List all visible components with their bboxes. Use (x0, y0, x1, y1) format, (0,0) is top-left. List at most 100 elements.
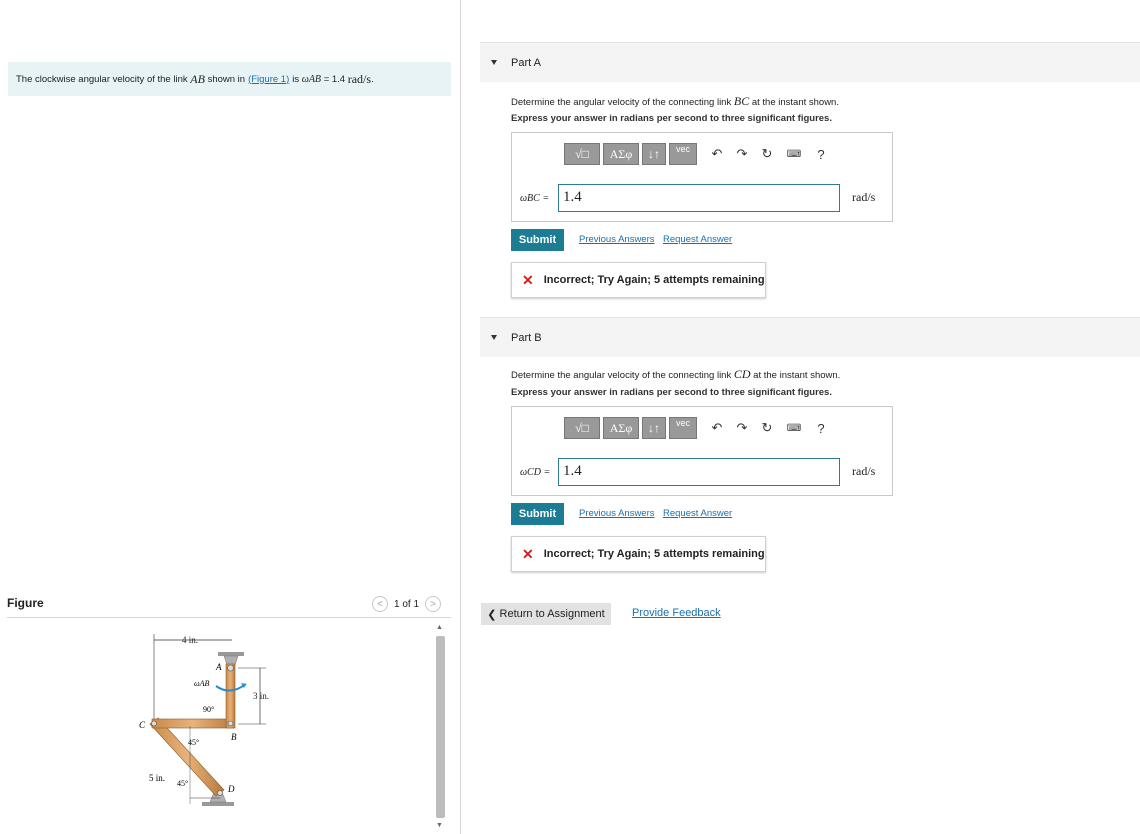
scroll-down-icon[interactable]: ▼ (436, 822, 443, 829)
label-90deg: 90° (203, 705, 214, 714)
math-toolbar: √□ ΑΣφ ↓↑ vec ↶ ↷ ↻ ⌨ ? (564, 143, 832, 165)
keyboard-icon[interactable]: ⌨ (781, 143, 807, 165)
question-text: Determine the angular velocity of the co… (511, 97, 732, 108)
answer-label: ωCD = (520, 467, 551, 478)
statement-text: The clockwise angular velocity of the li… (16, 73, 188, 85)
link-ab-bar (225, 663, 236, 729)
part-a-title: Part A (511, 56, 541, 69)
feedback-text: Incorrect; Try Again; 5 attempts remaini… (543, 548, 765, 560)
column-divider (460, 0, 461, 834)
answer-unit: rad/s (852, 464, 876, 478)
ground-a (218, 652, 244, 656)
feedback-message: ✕ Incorrect; Try Again; 5 attempts remai… (511, 262, 766, 298)
problem-statement: The clockwise angular velocity of the li… (8, 62, 451, 96)
part-a-answer-box: √□ ΑΣφ ↓↑ vec ↶ ↷ ↻ ⌨ ? ωBC = 1.4 rad/s (511, 132, 893, 222)
part-b-title: Part B (511, 331, 542, 344)
figure-page-count: 1 of 1 (394, 598, 420, 610)
dim-4in: 4 in. (182, 635, 198, 645)
omega-unit: rad/s (347, 71, 372, 86)
scroll-thumb[interactable] (436, 636, 445, 818)
redo-icon[interactable]: ↷ (731, 417, 753, 439)
caret-down-icon (491, 60, 497, 65)
help-icon[interactable]: ? (810, 143, 832, 165)
vector-button[interactable]: vec (669, 417, 697, 439)
part-b-header[interactable]: Part B (480, 317, 1140, 357)
part-a-instruction: Express your answer in radians per secon… (511, 113, 832, 124)
dim-5in: 5 in. (149, 773, 165, 783)
next-figure-button[interactable]: > (425, 596, 442, 612)
pin-d (217, 790, 223, 796)
feedback-text: Incorrect; Try Again; 5 attempts remaini… (543, 274, 765, 286)
vector-button[interactable]: vec (669, 143, 697, 165)
answer-label: ωBC = (520, 193, 550, 204)
label-b: B (231, 732, 237, 742)
submit-button[interactable]: Submit (511, 503, 564, 525)
question-text: Determine the angular velocity of the co… (511, 370, 732, 381)
provide-feedback-link[interactable]: Provide Feedback (632, 607, 721, 619)
label-a: A (215, 662, 222, 672)
part-a-header[interactable]: Part A (480, 42, 1140, 82)
statement-text: is (292, 73, 300, 85)
label-d: D (227, 784, 235, 794)
ground-d (202, 802, 234, 806)
omega-ab: ωAB (301, 73, 322, 85)
link-cd-label: CD (733, 367, 751, 381)
undo-icon[interactable]: ↶ (706, 417, 728, 439)
part-b-answer-box: √□ ΑΣφ ↓↑ vec ↶ ↷ ↻ ⌨ ? ωCD = 1.4 rad/s (511, 406, 893, 496)
reset-icon[interactable]: ↻ (756, 143, 778, 165)
pin-c (151, 720, 157, 727)
figure-link[interactable]: (Figure 1) (248, 74, 289, 85)
request-answer-link[interactable]: Request Answer (663, 508, 732, 519)
reset-icon[interactable]: ↻ (756, 417, 778, 439)
figure-scrollbar[interactable]: ▲ ▼ (433, 622, 447, 834)
question-text: at the instant shown. (751, 97, 839, 108)
link-bc-label: BC (733, 94, 750, 108)
arrows-button[interactable]: ↓↑ (642, 143, 666, 165)
caret-down-icon (491, 335, 497, 340)
previous-answers-link[interactable]: Previous Answers (579, 508, 655, 519)
undo-icon[interactable]: ↶ (706, 143, 728, 165)
part-a-question: Determine the angular velocity of the co… (511, 94, 839, 109)
figure-pager: < 1 of 1 > (372, 596, 442, 612)
mechanism-figure: 4 in. 3 in. A B C D ωAB 90° 45° 45° 5 in… (139, 634, 269, 806)
templates-button[interactable]: √□ (564, 417, 600, 439)
x-mark-icon: ✕ (522, 545, 534, 562)
previous-answers-link[interactable]: Previous Answers (579, 234, 655, 245)
figure-title: Figure (7, 596, 44, 610)
arrows-button[interactable]: ↓↑ (642, 417, 666, 439)
symbols-button[interactable]: ΑΣφ (603, 143, 639, 165)
omega-value: = 1.4 (323, 73, 346, 85)
answer-input[interactable]: 1.4 (558, 184, 840, 212)
figure-divider (7, 617, 451, 618)
return-to-assignment-button[interactable]: ❮ Return to Assignment (481, 603, 611, 625)
chevron-left-icon: < (377, 598, 383, 610)
symbols-button[interactable]: ΑΣφ (603, 417, 639, 439)
part-b-question: Determine the angular velocity of the co… (511, 367, 840, 382)
submit-button[interactable]: Submit (511, 229, 564, 251)
templates-button[interactable]: √□ (564, 143, 600, 165)
feedback-message: ✕ Incorrect; Try Again; 5 attempts remai… (511, 536, 766, 572)
label-45deg-c: 45° (188, 738, 199, 747)
question-text: at the instant shown. (753, 370, 841, 381)
chevron-left-icon: ❮ (487, 608, 497, 621)
part-b-instruction: Express your answer in radians per secon… (511, 387, 832, 398)
link-bc (151, 718, 235, 729)
help-icon[interactable]: ? (810, 417, 832, 439)
link-ab: AB (190, 71, 205, 86)
label-45deg-d: 45° (177, 779, 188, 788)
label-omega-ab: ωAB (194, 679, 210, 688)
label-c: C (139, 720, 146, 730)
scroll-up-icon[interactable]: ▲ (436, 624, 443, 631)
request-answer-link[interactable]: Request Answer (663, 234, 732, 245)
answer-input[interactable]: 1.4 (558, 458, 840, 486)
redo-icon[interactable]: ↷ (731, 143, 753, 165)
keyboard-icon[interactable]: ⌨ (781, 417, 807, 439)
answer-unit: rad/s (852, 190, 876, 204)
statement-text: shown in (207, 73, 246, 85)
x-mark-icon: ✕ (522, 271, 534, 288)
prev-figure-button[interactable]: < (372, 596, 388, 612)
pin-b (227, 720, 234, 727)
pin-a (227, 664, 234, 672)
statement-period: . (371, 73, 374, 85)
return-label: Return to Assignment (499, 608, 605, 620)
